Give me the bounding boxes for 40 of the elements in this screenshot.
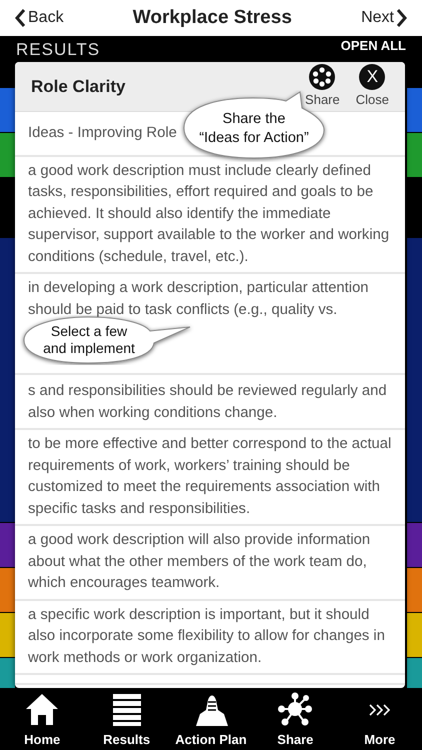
result-bar-edge[interactable] — [407, 238, 422, 522]
chevron-left-icon — [14, 8, 26, 28]
tab-button[interactable]: More — [338, 688, 422, 750]
section-title: RESULTS — [16, 39, 100, 60]
idea-text: to be more effective and better correspond to the actual requirements of work, workers’ training should be customized to meet the requirements association with specific tasks and responsibilities. — [28, 436, 392, 516]
open-all-button[interactable]: OPEN ALL — [340, 36, 406, 56]
idea-text: a good work description will also provide information about what the other members of the work team do, which encourages teamwork. — [28, 532, 370, 591]
result-bar-edge[interactable] — [407, 523, 422, 567]
modal-title: Role Clarity — [31, 76, 126, 98]
idea-text: a specific work description is important, but it should also incorporate some flexibility to allow for changes in work methods or work organization. — [28, 606, 385, 666]
share-button[interactable]: Share — [305, 64, 340, 110]
tab-button[interactable]: Share — [253, 688, 338, 750]
idea-text: in developing a work description, particular attention should be paid to task conflicts (e.g., quality vs. — [28, 280, 369, 318]
callout-text: Share the “Ideas for Action” — [198, 110, 310, 148]
result-bar-edge[interactable] — [0, 523, 15, 567]
callout-text: Select a few and implement — [42, 323, 136, 357]
share-icon — [278, 692, 312, 728]
result-bar-edge[interactable] — [0, 133, 15, 177]
result-bar-edge[interactable] — [0, 568, 15, 612]
result-bar-edge[interactable] — [407, 88, 422, 132]
close-button[interactable]: X Close — [356, 64, 389, 110]
tab-button[interactable]: Action Plan — [168, 688, 253, 750]
chevrons-icon — [368, 704, 391, 716]
result-bar-edge[interactable] — [407, 133, 422, 177]
idea-text: s and responsibilities should be reviewed regularly and also when working conditions change. — [28, 383, 387, 420]
back-button[interactable]: Back — [8, 6, 70, 30]
result-bar-edge[interactable] — [0, 613, 15, 657]
result-bar-edge[interactable] — [407, 568, 422, 612]
tab-button[interactable]: Home — [0, 688, 84, 750]
section-heading: Ideas - Improving Role — [28, 125, 177, 141]
next-button[interactable]: Next — [355, 6, 414, 30]
result-bar-edge[interactable] — [0, 238, 15, 522]
tab-button[interactable]: Results — [84, 688, 169, 750]
result-bar-edge[interactable] — [0, 88, 15, 132]
chevron-right-icon — [396, 8, 408, 28]
share-icon — [309, 64, 336, 90]
idea-text: a good work description must include clearly defined tasks, responsibilities, effort required and goals to be achieved. It should also identify the immediate supervisor, support available to the worker and working conditions (schedule, travel, etc.). — [28, 162, 390, 264]
screen-title: Workplace Stress — [132, 6, 292, 30]
result-bar-edge[interactable] — [407, 613, 422, 657]
home-icon — [25, 692, 60, 728]
